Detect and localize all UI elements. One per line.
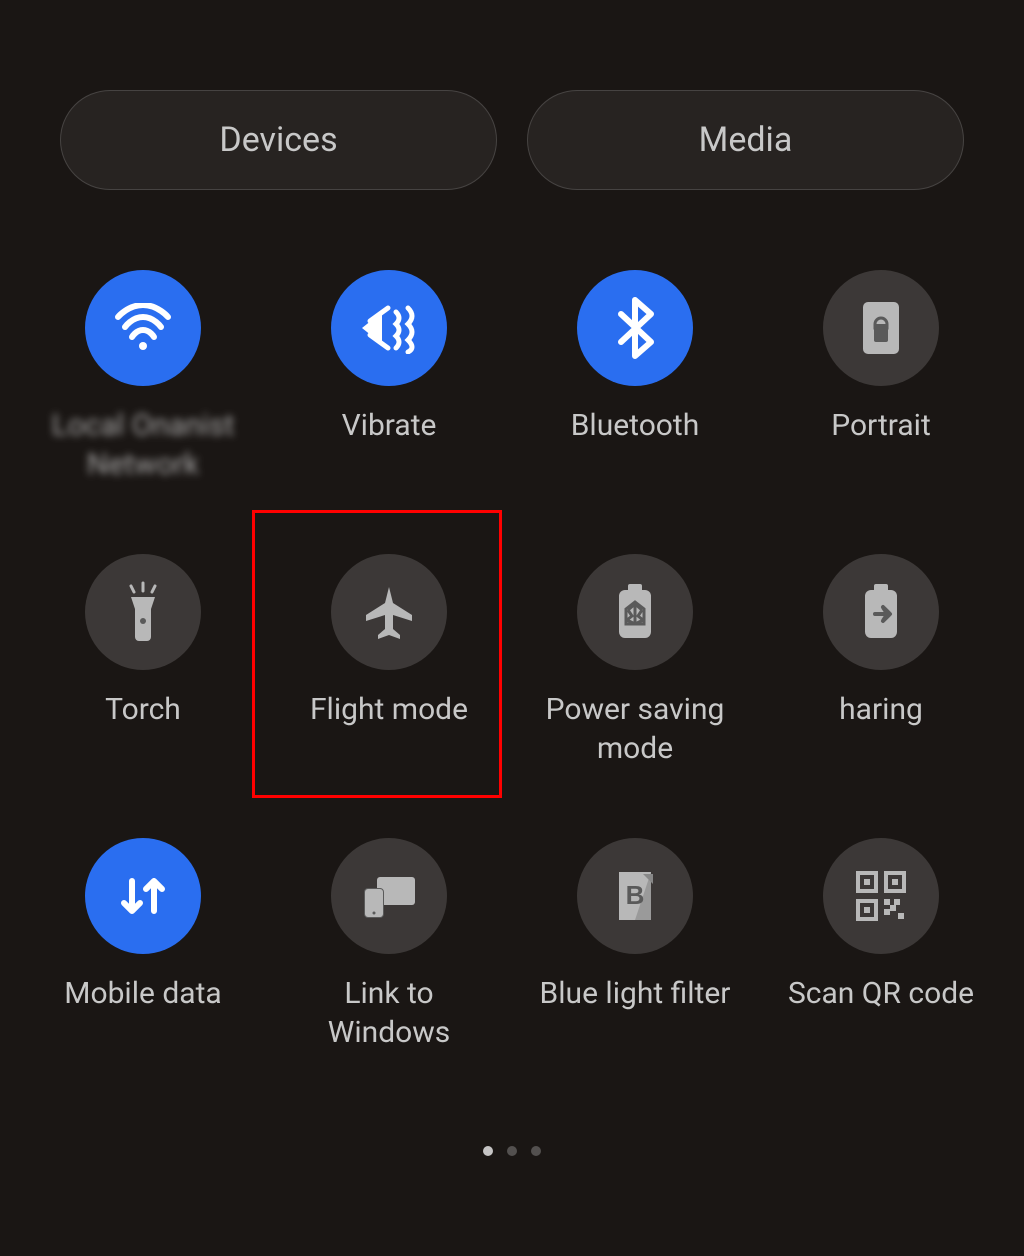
page-dot-3[interactable] xyxy=(531,1146,541,1156)
tile-scan-qr[interactable]: Scan QR code xyxy=(758,838,1004,1052)
tile-link-windows[interactable]: Link to Windows xyxy=(266,838,512,1052)
scan-qr-label: Scan QR code xyxy=(788,974,974,1013)
qr-code-icon xyxy=(823,838,939,954)
blue-light-label: Blue light filter xyxy=(540,974,731,1013)
blue-light-icon: B xyxy=(577,838,693,954)
vibrate-icon xyxy=(331,270,447,386)
top-buttons-row: Devices Media xyxy=(0,0,1024,230)
flight-mode-label: Flight mode xyxy=(310,690,468,729)
sharing-label: haring xyxy=(839,690,923,729)
pagination-dots xyxy=(483,1146,541,1156)
tile-torch[interactable]: Torch xyxy=(20,554,266,768)
page-dot-1[interactable] xyxy=(483,1146,493,1156)
page-dot-2[interactable] xyxy=(507,1146,517,1156)
media-button[interactable]: Media xyxy=(527,90,964,190)
devices-button[interactable]: Devices xyxy=(60,90,497,190)
devices-label: Devices xyxy=(219,120,337,160)
portrait-icon xyxy=(823,270,939,386)
torch-icon xyxy=(85,554,201,670)
link-windows-label: Link to Windows xyxy=(289,974,489,1052)
vibrate-label: Vibrate xyxy=(342,406,437,445)
tile-portrait[interactable]: Portrait xyxy=(758,270,1004,484)
tile-bluetooth[interactable]: Bluetooth xyxy=(512,270,758,484)
wifi-icon xyxy=(85,270,201,386)
tile-wifi[interactable]: Local Onanist Network xyxy=(20,270,266,484)
quick-settings-grid: Local Onanist Network Vibrate Bluetooth xyxy=(0,230,1024,1052)
airplane-icon xyxy=(331,554,447,670)
media-label: Media xyxy=(699,120,793,160)
tile-flight-mode[interactable]: Flight mode xyxy=(266,554,512,768)
tile-vibrate[interactable]: Vibrate xyxy=(266,270,512,484)
mobile-data-label: Mobile data xyxy=(64,974,221,1013)
link-windows-icon xyxy=(331,838,447,954)
tile-blue-light[interactable]: B Blue light filter xyxy=(512,838,758,1052)
wifi-label: Local Onanist Network xyxy=(43,406,243,484)
bluetooth-label: Bluetooth xyxy=(571,406,700,445)
portrait-label: Portrait xyxy=(831,406,931,445)
power-saving-label: Power saving mode xyxy=(535,690,735,768)
tile-mobile-data[interactable]: Mobile data xyxy=(20,838,266,1052)
bluetooth-icon xyxy=(577,270,693,386)
sharing-icon xyxy=(823,554,939,670)
power-saving-icon xyxy=(577,554,693,670)
tile-sharing[interactable]: haring xyxy=(758,554,1004,768)
mobile-data-icon xyxy=(85,838,201,954)
tile-power-saving[interactable]: Power saving mode xyxy=(512,554,758,768)
torch-label: Torch xyxy=(105,690,181,729)
svg-text:B: B xyxy=(626,880,645,910)
